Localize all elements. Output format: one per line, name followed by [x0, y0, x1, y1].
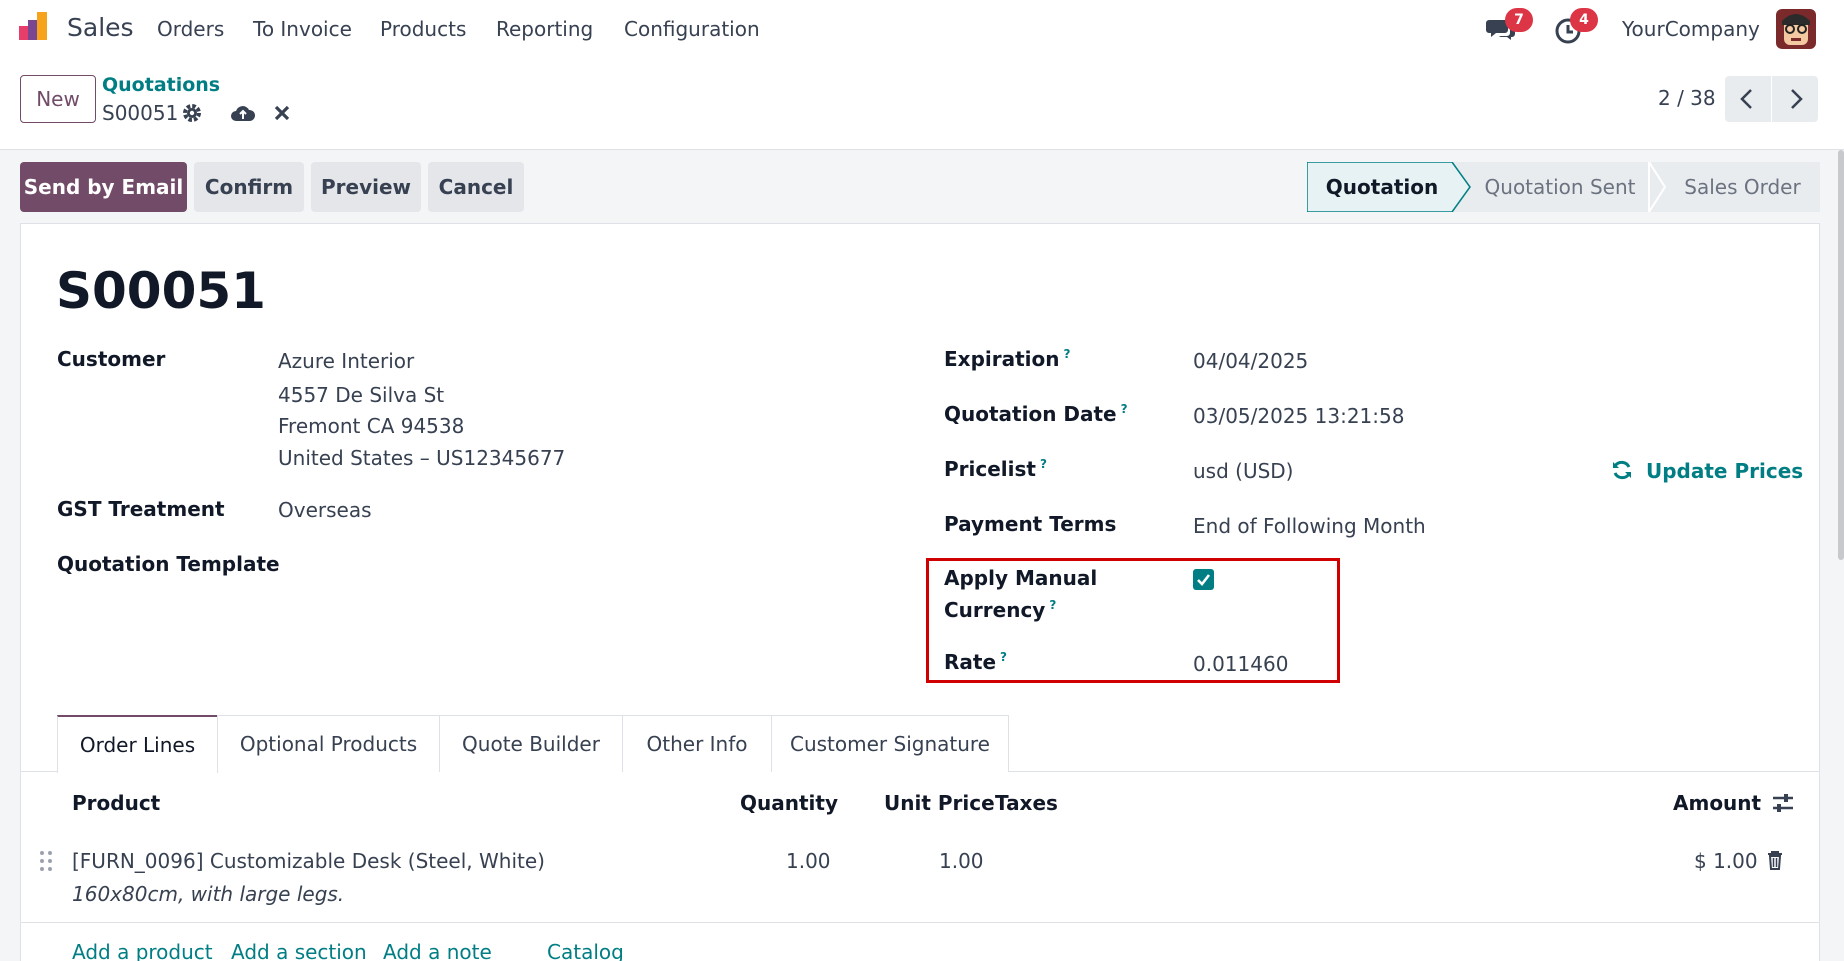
col-taxes[interactable]: Taxes — [995, 791, 1058, 815]
scrollbar[interactable] — [1838, 150, 1844, 560]
status-quotation-sent[interactable]: Quotation Sent — [1470, 162, 1650, 212]
menu-products[interactable]: Products — [380, 17, 466, 41]
trash-icon[interactable] — [1766, 850, 1784, 870]
tab-other-info[interactable]: Other Info — [622, 715, 772, 772]
add-product-link[interactable]: Add a product — [72, 940, 213, 961]
col-amount[interactable]: Amount — [1673, 791, 1761, 815]
pager-next-button[interactable] — [1772, 76, 1818, 122]
preview-button[interactable]: Preview — [311, 162, 421, 212]
user-avatar[interactable] — [1776, 9, 1816, 49]
messages-badge: 7 — [1505, 8, 1533, 32]
chevron-left-icon — [1740, 89, 1752, 109]
tab-customer-signature[interactable]: Customer Signature — [771, 715, 1009, 772]
tab-order-lines[interactable]: Order Lines — [57, 715, 218, 773]
help-icon[interactable]: ? — [1000, 650, 1007, 664]
col-unit-price[interactable]: Unit Price — [884, 791, 995, 815]
tab-optional-products[interactable]: Optional Products — [217, 715, 440, 772]
status-bar: Quotation Quotation Sent Sales Order — [1307, 162, 1820, 212]
menu-configuration[interactable]: Configuration — [624, 17, 760, 41]
row-description: 160x80cm, with large legs. — [72, 882, 345, 906]
top-navbar: Sales Orders To Invoice Products Reporti… — [0, 0, 1844, 58]
apply-manual-currency-checkbox[interactable] — [1193, 569, 1214, 590]
apply-manual-currency-label-line1: Apply Manual — [944, 566, 1098, 590]
pager-previous-button[interactable] — [1725, 76, 1771, 122]
menu-to-invoice[interactable]: To Invoice — [253, 17, 352, 41]
help-icon[interactable]: ? — [1040, 457, 1047, 471]
send-by-email-button[interactable]: Send by Email — [20, 162, 187, 212]
app-name[interactable]: Sales — [67, 13, 134, 42]
help-icon[interactable]: ? — [1064, 347, 1071, 361]
quotation-date-field[interactable]: 03/05/2025 13:21:58 — [1193, 404, 1404, 428]
help-icon[interactable]: ? — [1049, 598, 1056, 612]
col-product[interactable]: Product — [72, 791, 160, 815]
expiration-label: Expiration? — [944, 347, 1071, 371]
pager-value: 2 / 38 — [1658, 86, 1716, 110]
cloud-save-icon[interactable] — [230, 102, 256, 124]
col-quantity[interactable]: Quantity — [740, 791, 838, 815]
gst-treatment-label: GST Treatment — [57, 497, 225, 521]
payment-terms-field[interactable]: End of Following Month — [1193, 514, 1426, 538]
pricelist-field[interactable]: usd (USD) — [1193, 459, 1294, 483]
rate-field[interactable]: 0.011460 — [1193, 652, 1288, 676]
customer-street: 4557 De Silva St — [278, 383, 445, 407]
refresh-icon[interactable] — [1610, 458, 1634, 482]
row-quantity[interactable]: 1.00 — [786, 849, 831, 873]
row-product[interactable]: [FURN_0096] Customizable Desk (Steel, Wh… — [72, 849, 545, 873]
cancel-button[interactable]: Cancel — [428, 162, 524, 212]
menu-orders[interactable]: Orders — [157, 17, 224, 41]
apply-manual-currency-label-line2: Currency? — [944, 598, 1057, 622]
customer-country: United States – US12345677 — [278, 446, 566, 470]
row-unit-price[interactable]: 1.00 — [939, 849, 984, 873]
breadcrumb-current: S00051 — [102, 101, 179, 125]
quotation-template-field[interactable] — [278, 552, 838, 578]
new-button[interactable]: New — [20, 75, 96, 123]
gst-treatment-field[interactable]: Overseas — [278, 498, 372, 522]
tab-quote-builder[interactable]: Quote Builder — [439, 715, 623, 772]
add-note-link[interactable]: Add a note — [383, 940, 492, 961]
activities-badge: 4 — [1570, 8, 1598, 32]
customer-city: Fremont CA 94538 — [278, 414, 465, 438]
add-section-link[interactable]: Add a section — [231, 940, 367, 961]
row-divider — [20, 922, 1820, 923]
pricelist-label: Pricelist? — [944, 457, 1047, 481]
company-switcher[interactable]: YourCompany — [1622, 17, 1760, 41]
status-quotation[interactable]: Quotation — [1307, 162, 1457, 212]
menu-reporting[interactable]: Reporting — [496, 17, 593, 41]
confirm-button[interactable]: Confirm — [194, 162, 304, 212]
column-settings-icon[interactable] — [1771, 792, 1795, 814]
expiration-field[interactable]: 04/04/2025 — [1193, 349, 1308, 373]
payment-terms-label: Payment Terms — [944, 512, 1117, 536]
control-panel: New Quotations S00051 2 / 38 — [0, 58, 1844, 150]
help-icon[interactable]: ? — [1121, 402, 1128, 416]
rate-label: Rate? — [944, 650, 1007, 674]
catalog-link[interactable]: Catalog — [547, 940, 624, 961]
quotation-template-label: Quotation Template — [57, 552, 280, 576]
discard-icon[interactable] — [273, 104, 291, 122]
checkmark-icon — [1197, 574, 1211, 586]
update-prices-button[interactable]: Update Prices — [1646, 459, 1803, 483]
gear-icon[interactable] — [181, 102, 203, 124]
customer-label: Customer — [57, 347, 166, 371]
status-sales-order[interactable]: Sales Order — [1665, 162, 1820, 212]
quotation-number: S00051 — [56, 262, 266, 320]
customer-name[interactable]: Azure Interior — [278, 349, 414, 373]
breadcrumb-quotations[interactable]: Quotations — [102, 74, 220, 96]
drag-handle-icon[interactable] — [39, 850, 53, 872]
chevron-right-icon — [1791, 89, 1803, 109]
quotation-date-label: Quotation Date? — [944, 402, 1128, 426]
sales-app-icon[interactable] — [19, 12, 53, 42]
row-amount: $ 1.00 — [1694, 849, 1758, 873]
